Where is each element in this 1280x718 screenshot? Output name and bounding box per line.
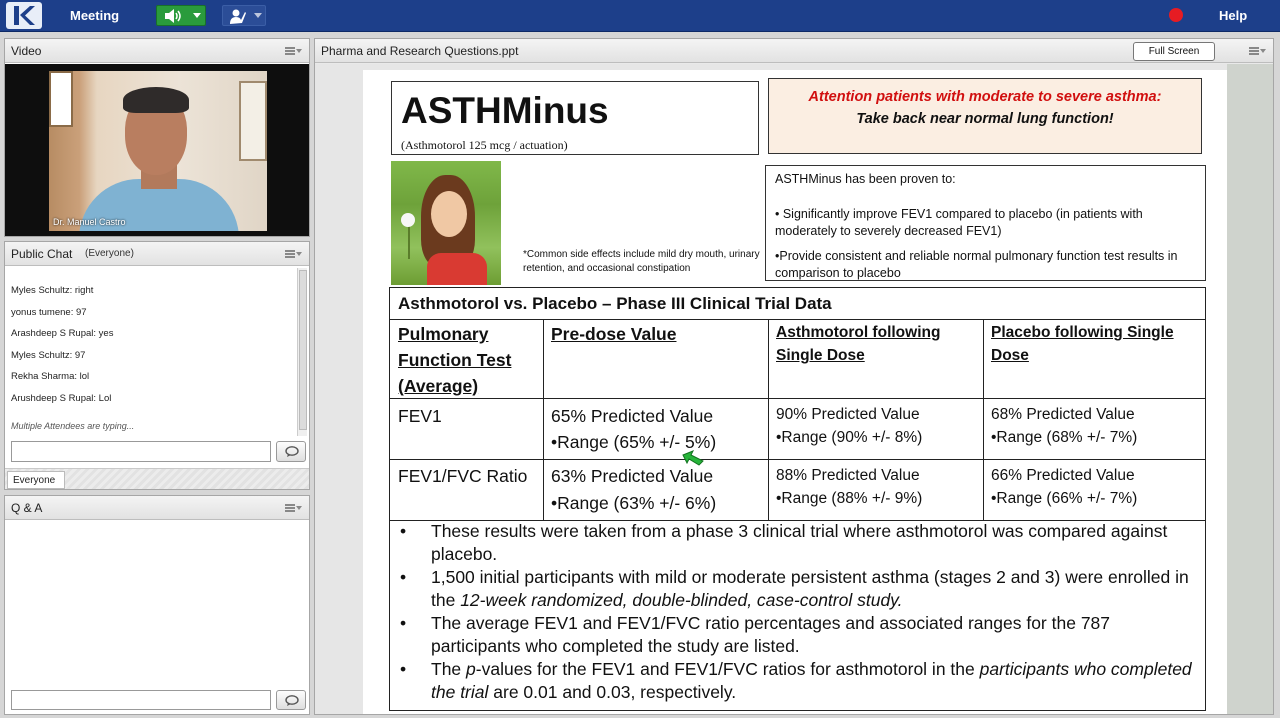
table-cell: •Range (68% +/- 7%) xyxy=(991,429,1138,446)
brand-name: ASTHMinus xyxy=(401,90,609,131)
alert-tagline: Take back near normal lung function! xyxy=(856,111,1114,127)
proven-item: •Provide consistent and reliable normal … xyxy=(775,249,1178,280)
slide-margin xyxy=(1227,64,1273,714)
video-panel-title: Video xyxy=(11,44,42,58)
table-cell: 68% Predicted Value xyxy=(991,406,1135,423)
typing-status: Multiple Attendees are typing... xyxy=(11,421,135,431)
chat-send-button[interactable] xyxy=(276,441,306,462)
chat-message: Arushdeep S Rupal: Lol xyxy=(11,393,112,404)
proven-heading: ASTHMinus has been proven to: xyxy=(775,172,956,186)
top-menu-bar: Meeting Help xyxy=(0,0,1280,32)
girl-dandelion-photo xyxy=(391,161,501,285)
chat-panel-title: Public Chat xyxy=(11,247,73,261)
alert-headline: Attention patients with moderate to seve… xyxy=(808,89,1162,105)
panel-menu-icon[interactable] xyxy=(285,504,302,512)
speech-bubble-icon xyxy=(285,695,299,706)
trial-title: Asthmotorol vs. Placebo – Phase III Clin… xyxy=(398,294,832,313)
raise-hand-button[interactable] xyxy=(222,5,266,26)
meeting-menu[interactable]: Meeting xyxy=(70,8,119,23)
table-cell: FEV1 xyxy=(398,406,442,426)
help-menu[interactable]: Help xyxy=(1219,8,1247,23)
public-chat-panel: Public Chat (Everyone) Myles Schultz: ri… xyxy=(4,241,310,490)
question-input[interactable] xyxy=(11,690,271,710)
chevron-down-icon[interactable] xyxy=(193,13,201,18)
panel-menu-icon[interactable] xyxy=(285,250,302,258)
table-cell: 66% Predicted Value xyxy=(991,467,1135,484)
patient-alert-box: Attention patients with moderate to seve… xyxy=(768,78,1202,154)
clinical-trial-box: Asthmotorol vs. Placebo – Phase III Clin… xyxy=(389,287,1206,711)
qa-panel: Q & A xyxy=(4,495,310,715)
chat-message: yonus tumene: 97 xyxy=(11,307,87,318)
trial-note: The p-values for the FEV1 and FEV1/FVC r… xyxy=(400,658,1196,704)
table-cell: •Range (63% +/- 6%) xyxy=(551,493,717,513)
chat-message: Rekha Sharma: lol xyxy=(11,371,90,382)
raise-hand-icon xyxy=(229,8,247,29)
presentation-panel: Pharma and Research Questions.ppt Full S… xyxy=(314,38,1274,715)
brand-box: ASTHMinus (Asthmotorol 125 mcg / actuati… xyxy=(391,81,759,155)
video-panel-header: Video xyxy=(5,39,309,63)
presentation-header: Pharma and Research Questions.ppt Full S… xyxy=(315,39,1273,63)
table-cell: 65% Predicted Value xyxy=(551,406,714,426)
speaker-icon xyxy=(163,8,185,29)
app-logo xyxy=(6,2,42,29)
panel-menu-icon[interactable] xyxy=(1249,47,1266,55)
table-cell: 90% Predicted Value xyxy=(776,406,920,423)
side-effects-note: *Common side effects include mild dry mo… xyxy=(523,249,760,274)
qa-panel-title: Q & A xyxy=(11,501,43,515)
chat-recipient-bar: Everyone xyxy=(5,468,309,489)
audio-button[interactable] xyxy=(156,5,206,26)
trial-note: These results were taken from a phase 3 … xyxy=(400,520,1196,566)
chat-message: Myles Schultz: 97 xyxy=(11,350,86,361)
presenter-webcam: Dr. Manuel Castro xyxy=(49,71,267,231)
table-header: Asthmotorol following Single Dose xyxy=(776,324,941,364)
speech-bubble-icon xyxy=(285,446,299,457)
chat-recipient-select[interactable]: Everyone xyxy=(7,471,65,489)
full-screen-button[interactable]: Full Screen xyxy=(1133,42,1215,61)
panel-menu-icon[interactable] xyxy=(285,47,302,55)
chat-audience-label: (Everyone) xyxy=(85,248,134,259)
chat-message-input[interactable] xyxy=(11,441,271,462)
table-cell: •Range (90% +/- 8%) xyxy=(776,429,923,446)
chat-message-list: Myles Schultz: right yonus tumene: 97 Ar… xyxy=(5,267,301,437)
video-panel: Video Dr. Manuel Castro xyxy=(4,38,310,237)
trial-notes: These results were taken from a phase 3 … xyxy=(400,520,1196,704)
brand-dose: (Asthmotorol 125 mcg / actuation) xyxy=(401,138,568,152)
proven-benefits-box: ASTHMinus has been proven to: • Signific… xyxy=(765,165,1206,281)
table-cell: •Range (66% +/- 7%) xyxy=(991,490,1138,507)
presenter-name: Dr. Manuel Castro xyxy=(53,217,126,227)
table-cell: 88% Predicted Value xyxy=(776,467,920,484)
question-send-button[interactable] xyxy=(276,690,306,710)
table-header: Placebo following Single Dose xyxy=(991,324,1174,364)
table-header: Pulmonary Function Test (Average) xyxy=(398,324,512,396)
table-cell: FEV1/FVC Ratio xyxy=(398,466,528,486)
chat-message: Arashdeep S Rupal: yes xyxy=(11,328,114,339)
chat-message: Myles Schultz: right xyxy=(11,285,94,296)
chat-panel-header: Public Chat (Everyone) xyxy=(5,242,309,266)
presentation-file-name: Pharma and Research Questions.ppt xyxy=(321,44,519,58)
trial-note: 1,500 initial participants with mild or … xyxy=(400,566,1196,612)
presenter-pointer-icon xyxy=(682,450,704,466)
trial-note: The average FEV1 and FEV1/FVC ratio perc… xyxy=(400,612,1196,658)
chat-scrollbar[interactable] xyxy=(297,268,307,436)
table-cell: •Range (88% +/- 9%) xyxy=(776,490,923,507)
table-header: Pre-dose Value xyxy=(551,324,677,344)
proven-item: • Significantly improve FEV1 compared to… xyxy=(775,207,1143,238)
slide: ASTHMinus (Asthmotorol 125 mcg / actuati… xyxy=(363,70,1229,714)
chevron-down-icon[interactable] xyxy=(254,13,262,18)
recording-indicator-icon xyxy=(1169,8,1183,22)
video-feed: Dr. Manuel Castro xyxy=(5,64,309,236)
qa-panel-header: Q & A xyxy=(5,496,309,520)
slide-viewport: ASTHMinus (Asthmotorol 125 mcg / actuati… xyxy=(315,64,1273,714)
